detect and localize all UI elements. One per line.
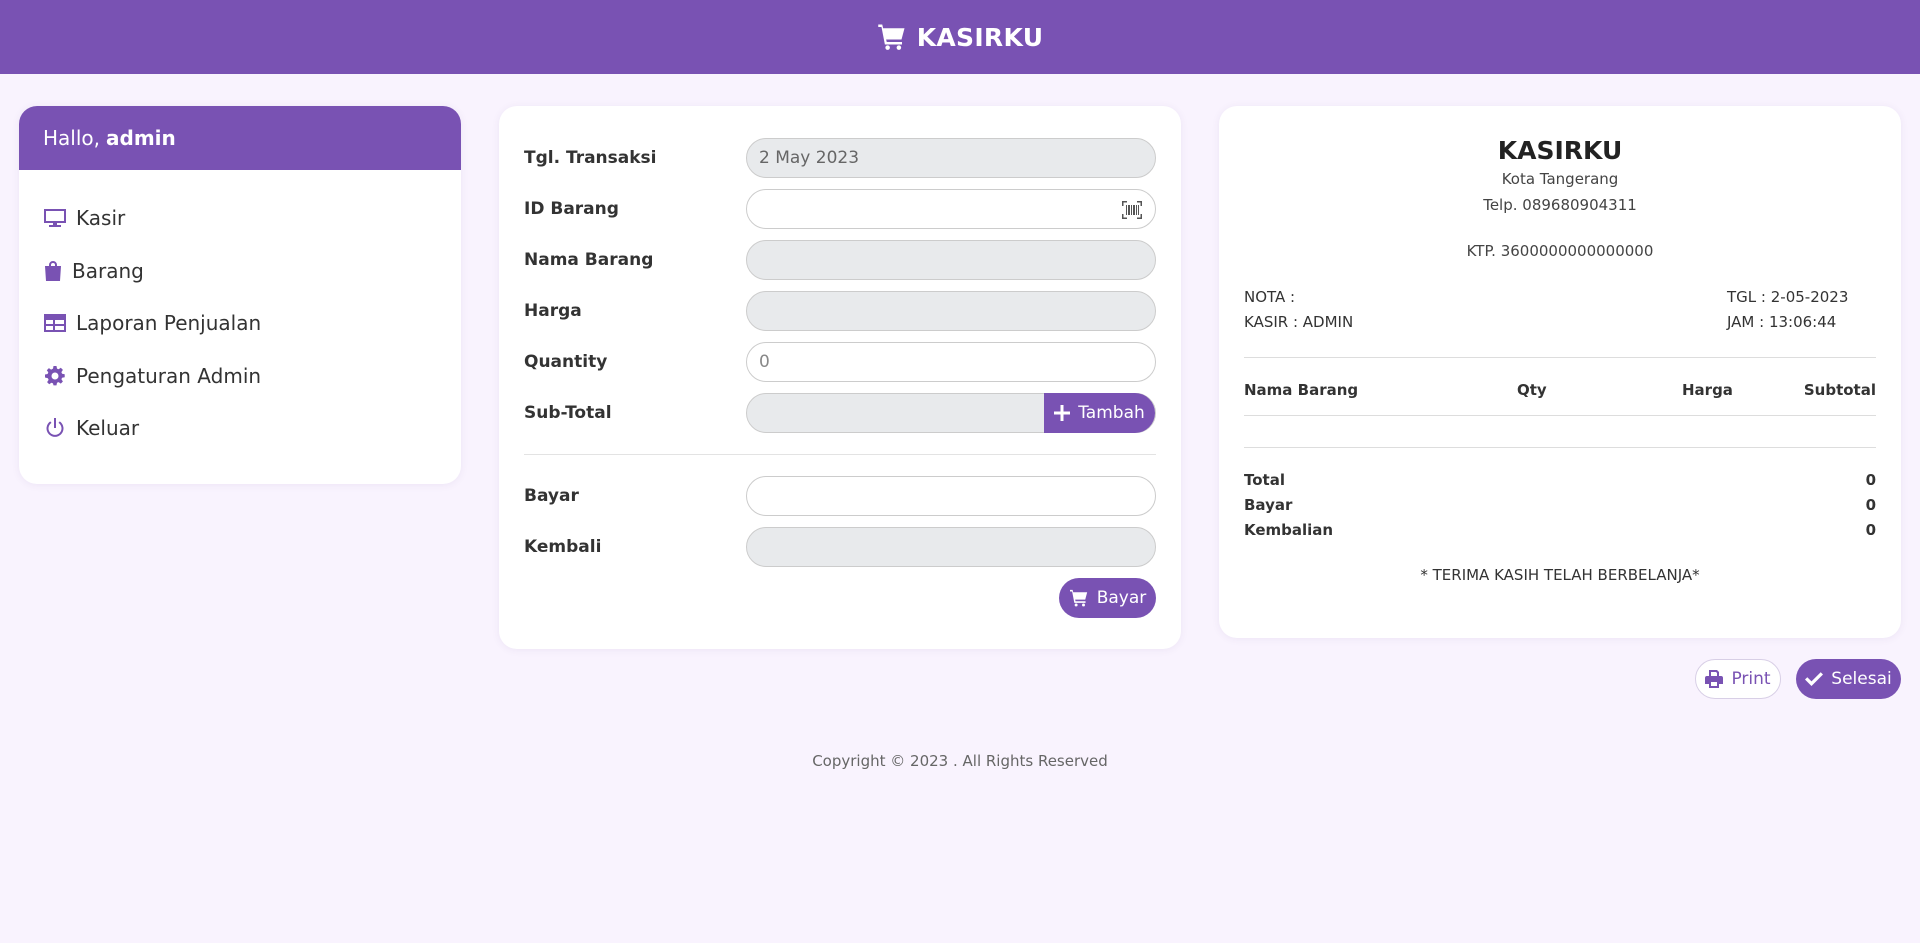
- transaction-form: Tgl. Transaksi 2 May 2023 ID Barang Nama…: [499, 106, 1181, 649]
- sidebar-item-label: Barang: [72, 258, 144, 283]
- receipt-ktp: KTP. 3600000000000000: [1466, 242, 1654, 260]
- sidebar: Hallo, admin Kasir Barang Laporan Penjua…: [19, 106, 461, 484]
- gear-icon: [43, 365, 67, 387]
- sidebar-item-label: Keluar: [76, 416, 140, 441]
- receipt-total-value: 0: [1865, 471, 1876, 489]
- kembali-field[interactable]: [746, 527, 1156, 567]
- sidebar-item-kasir[interactable]: Kasir: [19, 192, 461, 245]
- receipt-city: Kota Tangerang: [1501, 170, 1619, 188]
- receipt-col-nama-barang: Nama Barang: [1244, 381, 1359, 399]
- id-barang-row: ID Barang: [524, 188, 1156, 230]
- receipt-col-harga: Harga: [1682, 381, 1733, 399]
- receipt-divider: [1244, 415, 1876, 416]
- sidebar-item-barang[interactable]: Barang: [19, 245, 461, 298]
- quantity-placeholder: 0: [759, 352, 770, 372]
- sidebar-header: Hallo, admin: [19, 106, 461, 170]
- id-barang-input[interactable]: [746, 189, 1156, 229]
- kembali-row: Kembali: [524, 526, 1156, 568]
- quantity-input[interactable]: 0: [746, 342, 1156, 382]
- tambah-label: Tambah: [1078, 403, 1145, 423]
- print-button[interactable]: Print: [1695, 659, 1781, 699]
- receipt-divider: [1244, 447, 1876, 448]
- sidebar-item-keluar[interactable]: Keluar: [19, 402, 461, 455]
- sidebar-item-pengaturan-admin[interactable]: Pengaturan Admin: [19, 350, 461, 403]
- shopping-bag-icon: [43, 260, 63, 282]
- receipt-bayar-label: Bayar: [1244, 496, 1293, 514]
- plus-icon: [1054, 405, 1071, 421]
- sub-total-label: Sub-Total: [524, 403, 612, 423]
- harga-label: Harga: [524, 301, 582, 321]
- footer-copyright: Copyright © 2023 . All Rights Reserved: [812, 752, 1108, 770]
- receipt-total-label: Total: [1244, 471, 1285, 489]
- printer-icon: [1705, 670, 1724, 688]
- top-navbar: KASIRKU: [0, 0, 1920, 74]
- power-icon: [43, 417, 67, 439]
- bayar-button[interactable]: Bayar: [1059, 578, 1156, 618]
- tgl-transaksi-row: Tgl. Transaksi 2 May 2023: [524, 137, 1156, 179]
- app-title: KASIRKU: [916, 22, 1044, 52]
- receipt-bayar-value: 0: [1865, 496, 1876, 514]
- receipt-divider: [1244, 357, 1876, 358]
- form-divider: [524, 454, 1156, 455]
- sidebar-item-label: Laporan Penjualan: [76, 311, 262, 336]
- tgl-transaksi-value: 2 May 2023: [759, 148, 860, 168]
- tgl-transaksi-field[interactable]: 2 May 2023: [746, 138, 1156, 178]
- receipt-tgl: TGL : 2-05-2023: [1727, 288, 1849, 306]
- receipt-thanks: * TERIMA KASIH TELAH BERBELANJA*: [1420, 566, 1700, 584]
- greeting-text: Hallo,: [43, 126, 101, 150]
- quantity-row: Quantity 0: [524, 341, 1156, 383]
- receipt-jam: JAM : 13:06:44: [1727, 313, 1837, 331]
- bayar-label: Bayar: [524, 486, 579, 506]
- sidebar-menu: Kasir Barang Laporan Penjualan Pengatura…: [19, 170, 461, 455]
- selesai-label: Selesai: [1831, 669, 1892, 689]
- nama-barang-row: Nama Barang: [524, 239, 1156, 281]
- nama-barang-label: Nama Barang: [524, 250, 654, 270]
- sidebar-item-laporan-penjualan[interactable]: Laporan Penjualan: [19, 297, 461, 350]
- nama-barang-field[interactable]: [746, 240, 1156, 280]
- username: admin: [106, 126, 176, 150]
- receipt-kembalian-label: Kembalian: [1244, 521, 1334, 539]
- selesai-button[interactable]: Selesai: [1796, 659, 1901, 699]
- tambah-button[interactable]: Tambah: [1044, 393, 1155, 433]
- receipt-kembalian-value: 0: [1865, 521, 1876, 539]
- receipt-kasir: KASIR : ADMIN: [1244, 313, 1354, 331]
- sub-total-field[interactable]: Tambah: [746, 393, 1156, 433]
- bayar-button-label: Bayar: [1096, 588, 1147, 608]
- tgl-transaksi-label: Tgl. Transaksi: [524, 148, 657, 168]
- bayar-row: Bayar: [524, 475, 1156, 517]
- brand[interactable]: KASIRKU: [877, 22, 1044, 52]
- id-barang-label: ID Barang: [524, 199, 619, 219]
- receipt-store-name: KASIRKU: [1497, 136, 1623, 165]
- shopping-cart-icon: [877, 24, 905, 50]
- sub-total-row: Sub-Total Tambah: [524, 392, 1156, 434]
- harga-row: Harga: [524, 290, 1156, 332]
- receipt-nota: NOTA :: [1244, 288, 1296, 306]
- check-icon: [1805, 672, 1824, 686]
- shopping-cart-icon: [1069, 589, 1087, 607]
- print-label: Print: [1731, 669, 1771, 689]
- quantity-label: Quantity: [524, 352, 608, 372]
- receipt-col-subtotal: Subtotal: [1803, 381, 1876, 399]
- receipt-card: KASIRKU Kota Tangerang Telp. 08968090431…: [1219, 106, 1901, 638]
- sidebar-item-label: Kasir: [76, 206, 126, 231]
- kembali-label: Kembali: [524, 537, 602, 557]
- harga-field[interactable]: [746, 291, 1156, 331]
- sidebar-item-label: Pengaturan Admin: [76, 363, 262, 388]
- receipt-phone: Telp. 089680904311: [1483, 196, 1637, 214]
- monitor-icon: [43, 207, 67, 229]
- barcode-scan-icon[interactable]: [1121, 200, 1143, 220]
- receipt-col-qty: Qty: [1517, 381, 1547, 399]
- bayar-input[interactable]: [746, 476, 1156, 516]
- table-icon: [43, 312, 67, 334]
